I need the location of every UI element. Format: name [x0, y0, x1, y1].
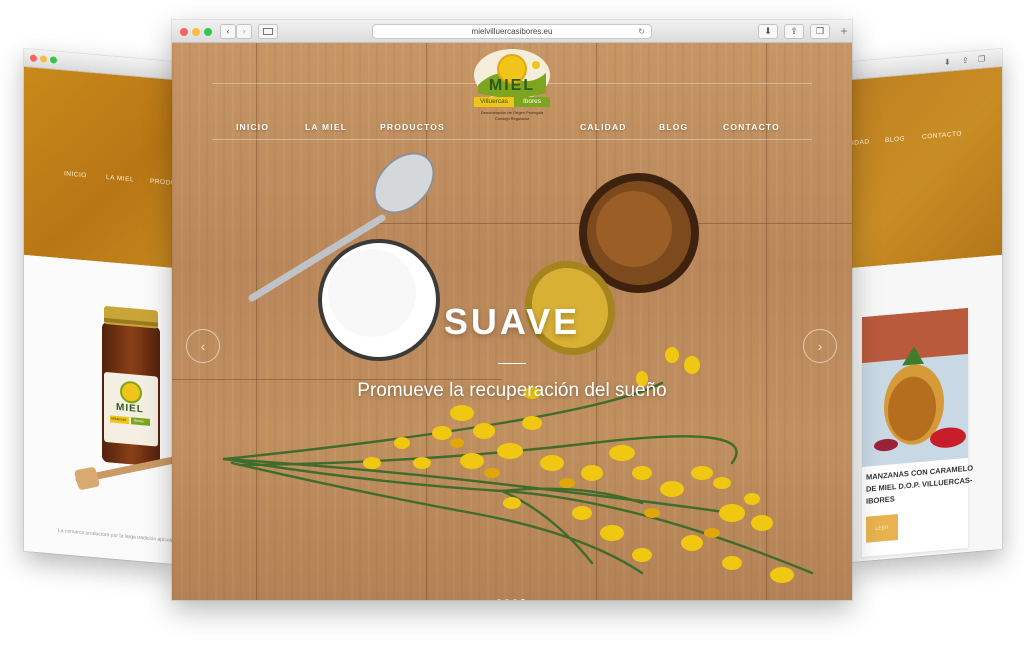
minimize-button[interactable] — [192, 28, 200, 36]
tabs-icon[interactable]: ❐ — [810, 24, 830, 39]
recipe-title-line-3: IBORES — [866, 494, 895, 506]
close-button[interactable] — [180, 28, 188, 36]
zoom-button[interactable] — [50, 56, 57, 64]
forward-button[interactable]: › — [236, 24, 252, 39]
share-icon[interactable]: ⇪ — [784, 24, 804, 39]
slide-subtitle: Promueve la recuperación del sueño — [357, 380, 667, 401]
zoom-button[interactable] — [204, 28, 212, 36]
sidebar-icon[interactable] — [258, 24, 278, 39]
download-icon[interactable]: ⬇ — [944, 57, 952, 68]
minimize-button[interactable] — [40, 55, 47, 63]
recipe-image — [862, 307, 968, 468]
main-browser-window: ‹ › mielvilluercasibores.eu ↻ ⬇ ⇪ ❐ + IN… — [172, 20, 852, 600]
slider-next-button[interactable]: › — [803, 329, 837, 363]
tabs-icon[interactable]: ❐ — [978, 54, 986, 65]
recipe-card[interactable]: MANZANAS CON CARAMELO DE MIEL D.O.P. VIL… — [862, 307, 973, 558]
close-button[interactable] — [30, 54, 37, 63]
slide-dot-1[interactable] — [497, 599, 501, 600]
website-hero: INICIO LA MIEL PRODUCTOS CALIDAD BLOG CO… — [172, 43, 852, 600]
slide-title: SUAVE — [443, 301, 581, 342]
main-window-toolbar: ‹ › mielvilluercasibores.eu ↻ ⬇ ⇪ ❐ + — [172, 20, 852, 43]
left-hero-banner — [24, 66, 174, 268]
left-browser-window: INICIO LA MIEL PRODU MIEL Villuercas Ibo… — [24, 48, 174, 564]
slide-divider — [498, 363, 526, 364]
new-tab-button[interactable]: + — [836, 24, 852, 39]
slide-dot-2[interactable] — [505, 599, 509, 600]
slider-prev-button[interactable]: ‹ — [186, 329, 220, 363]
left-content-area: MIEL Villuercas Ibores La comarca produc… — [24, 254, 174, 564]
right-hero-banner — [852, 66, 1002, 268]
jar-label-title: MIEL — [116, 401, 144, 416]
download-icon[interactable]: ⬇ — [758, 24, 778, 39]
reload-icon[interactable]: ↻ — [638, 25, 645, 38]
slide-dot-3[interactable] — [513, 599, 517, 600]
share-icon[interactable]: ⇪ — [962, 56, 970, 67]
right-browser-window: ⬇ ⇪ ❐ IDAD BLOG CONTACTO MANZANAS CON CA… — [852, 48, 1002, 562]
url-text: mielvilluercasibores.eu — [471, 27, 553, 36]
read-more-button[interactable]: LEER — [866, 513, 898, 543]
slide-dot-4-active[interactable] — [521, 599, 525, 600]
jar-label-ibores: Ibores — [134, 418, 144, 424]
back-button[interactable]: ‹ — [220, 24, 236, 39]
honey-jar-image — [74, 306, 174, 490]
address-bar[interactable]: mielvilluercasibores.eu ↻ — [372, 24, 652, 39]
right-content-area: MANZANAS CON CARAMELO DE MIEL D.O.P. VIL… — [852, 254, 1002, 562]
